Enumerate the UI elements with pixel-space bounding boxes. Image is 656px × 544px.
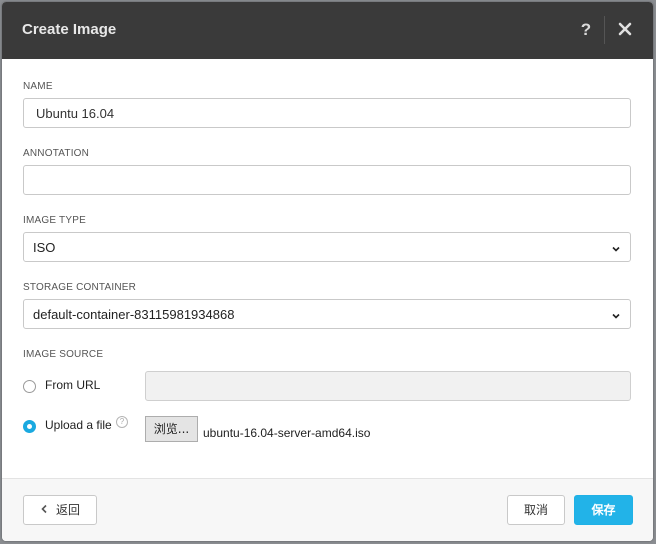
dialog-body: NAME ANNOTATION IMAGE TYPE ISO STORAGE C… [2, 59, 653, 478]
name-input[interactable] [23, 98, 631, 128]
cancel-button[interactable]: 取消 [507, 495, 565, 525]
upload-file-radio[interactable] [23, 420, 36, 433]
info-icon[interactable]: ? [116, 416, 128, 428]
save-button[interactable]: 保存 [574, 495, 633, 525]
help-icon[interactable]: ? [578, 18, 594, 42]
chevron-down-icon [611, 242, 621, 252]
from-url-input[interactable] [145, 371, 631, 401]
create-image-dialog: Create Image ? NAME ANNOTATION IMAGE TYP… [2, 2, 653, 541]
browse-button[interactable]: 浏览... [145, 416, 198, 442]
image-type-select[interactable]: ISO [23, 232, 631, 262]
image-type-label: IMAGE TYPE [23, 215, 86, 226]
dialog-footer: 返回 取消 保存 [2, 478, 653, 541]
storage-container-value: default-container-83115981934868 [33, 307, 235, 322]
storage-container-select[interactable]: default-container-83115981934868 [23, 299, 631, 329]
from-url-radio[interactable] [23, 380, 36, 393]
name-label: NAME [23, 81, 53, 92]
chevron-left-icon [40, 496, 48, 524]
selected-file-name: ubuntu-16.04-server-amd64.iso [203, 426, 371, 440]
image-source-label: IMAGE SOURCE [23, 349, 104, 360]
back-button-label: 返回 [55, 503, 80, 517]
annotation-label: ANNOTATION [23, 148, 90, 159]
from-url-label[interactable]: From URL [45, 378, 100, 392]
close-icon[interactable] [616, 20, 634, 38]
dialog-header: Create Image ? [2, 2, 653, 59]
chevron-down-icon [611, 309, 621, 319]
dialog-title: Create Image [22, 21, 117, 38]
header-divider [604, 16, 605, 44]
image-type-value: ISO [33, 240, 56, 255]
storage-container-label: STORAGE CONTAINER [23, 282, 137, 293]
annotation-input[interactable] [23, 165, 631, 195]
upload-file-label[interactable]: Upload a file [45, 418, 112, 432]
back-button[interactable]: 返回 [23, 495, 97, 525]
